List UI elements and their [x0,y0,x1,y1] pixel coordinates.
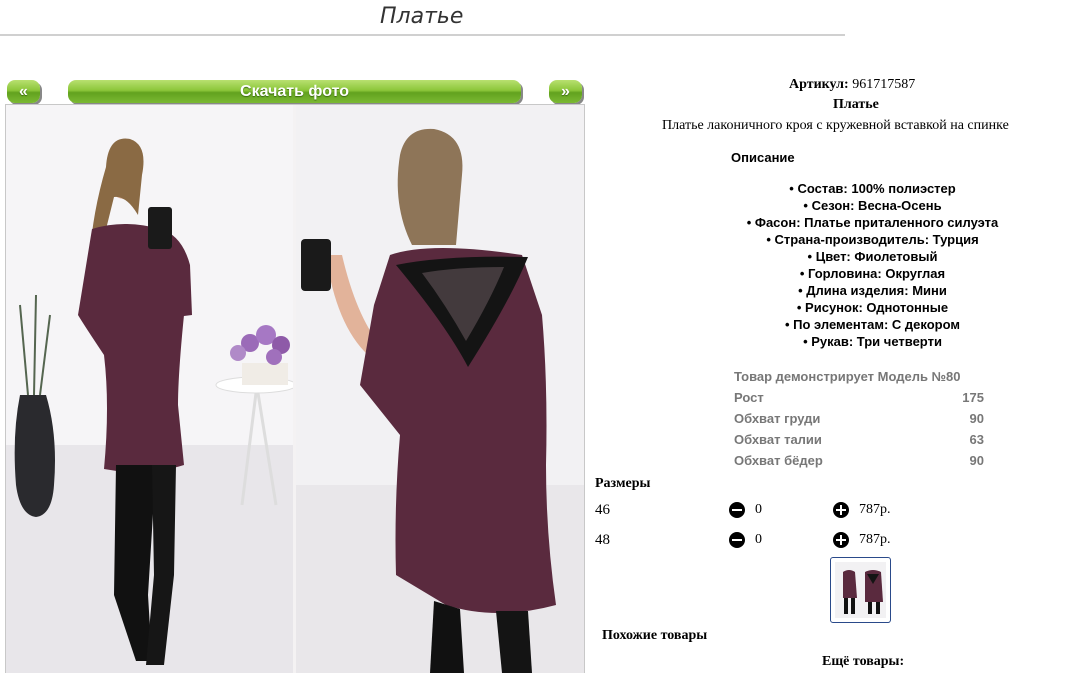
model-param-row: Товар демонстрирует Модель №80 [734,366,984,387]
property-item: • Фасон: Платье приталенного силуэта [746,215,999,230]
plus-icon[interactable] [833,532,849,548]
model-param-value: 90 [969,453,984,468]
product-photo-frame [5,104,585,673]
size-price: 787р. [859,532,891,547]
model-param-row: Рост 175 [734,387,984,408]
product-photo-front[interactable] [6,105,293,673]
size-label: 46 [595,502,610,518]
article-line: Артикул: 961717587 [789,77,915,93]
model-param-row: Обхват груди 90 [734,408,984,429]
product-photo-back[interactable] [296,105,584,673]
prev-photo-button[interactable]: « [7,80,40,103]
similar-products-heading: Похожие товары [602,628,708,643]
property-item: • По элементам: С декором [785,317,960,332]
article-value: 961717587 [852,77,916,92]
property-item: • Горловина: Округлая [799,266,946,281]
model-param-row: Обхват талии 63 [734,429,984,450]
minus-icon[interactable] [729,502,745,518]
model-param-row: Обхват бёдер 90 [734,450,984,471]
size-qty: 0 [755,532,762,547]
model-param-value: 63 [969,432,984,447]
model-param-value: 90 [969,411,984,426]
model-param-label: Рост [734,390,764,405]
product-name: Платье [833,97,879,112]
model-param-value: 175 [962,390,984,405]
property-item: • Состав: 100% полиэстер [789,181,956,196]
model-param-label: Обхват талии [734,432,822,447]
title-divider [0,34,845,36]
download-photo-button[interactable]: Скачать фото [68,80,521,103]
product-thumbnail[interactable] [830,557,891,623]
model-param-label: Обхват груди [734,411,821,426]
page-title: Платье [380,4,464,29]
property-item: • Длина изделия: Мини [798,283,947,298]
property-item: • Рукав: Три четверти [803,334,942,349]
model-param-label: Обхват бёдер [734,453,823,468]
property-item: • Страна-производитель: Турция [766,232,979,247]
property-item: • Сезон: Весна-Осень [803,198,942,213]
minus-icon[interactable] [729,532,745,548]
description-heading: Описание [731,150,795,165]
property-item: • Цвет: Фиолетовый [807,249,938,264]
next-photo-button[interactable]: » [549,80,582,103]
size-label: 48 [595,532,610,548]
product-short-description: Платье лаконичного кроя с кружевной вста… [662,118,1009,133]
plus-icon[interactable] [833,502,849,518]
model-params-table: Товар демонстрирует Модель №80 Рост 175 … [734,366,984,471]
model-param-label: Товар демонстрирует Модель №80 [734,369,961,384]
more-products-heading: Ещё товары: [822,654,905,669]
article-label: Артикул: [789,77,849,92]
sizes-heading: Размеры [595,476,651,491]
size-price: 787р. [859,502,891,517]
size-qty: 0 [755,502,762,517]
property-item: • Рисунок: Однотонные [796,300,949,315]
properties-list: • Состав: 100% полиэстер • Сезон: Весна-… [720,180,1025,350]
